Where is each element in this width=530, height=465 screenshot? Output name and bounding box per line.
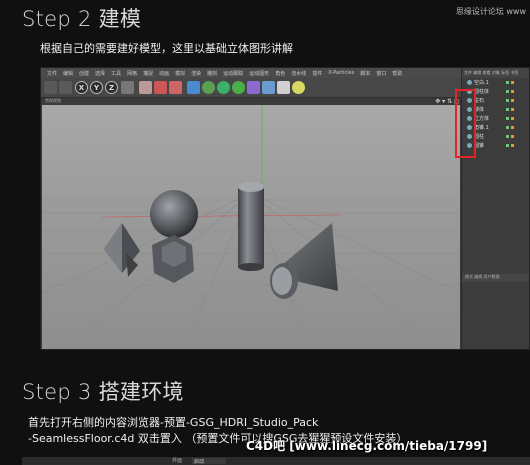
menu-item[interactable]: 窗口 bbox=[376, 70, 386, 77]
subdivision-icon[interactable] bbox=[217, 81, 230, 94]
step2-title: Step 2 建模 bbox=[22, 7, 142, 31]
render-settings-icon[interactable] bbox=[169, 81, 182, 94]
menu-item[interactable]: 编辑 bbox=[63, 70, 73, 77]
menu-item[interactable]: 工具 bbox=[111, 70, 121, 77]
3d-viewport[interactable] bbox=[41, 105, 529, 349]
scene-icon[interactable] bbox=[262, 81, 275, 94]
layout-dropdown[interactable]: 启动 bbox=[192, 458, 226, 465]
view-label: 透视视图 bbox=[45, 98, 61, 103]
menu-item[interactable]: 文件 bbox=[47, 70, 57, 77]
menu-item[interactable]: 帮助 bbox=[392, 70, 402, 77]
interface-label: 界面 bbox=[172, 458, 183, 464]
array-icon[interactable] bbox=[232, 81, 245, 94]
menu-item[interactable]: 运动跟踪 bbox=[223, 70, 243, 77]
light-icon[interactable] bbox=[292, 81, 305, 94]
menu-item[interactable]: X-Particles bbox=[328, 70, 354, 76]
site-watermark: 思缘设计论坛 www bbox=[455, 7, 526, 16]
menu-item[interactable]: 脚本 bbox=[360, 70, 370, 77]
render-region-icon[interactable] bbox=[139, 81, 152, 94]
x-axis-button[interactable]: X bbox=[75, 81, 88, 94]
menu-item[interactable]: 创建 bbox=[79, 70, 89, 77]
menu-item[interactable]: 插件 bbox=[312, 70, 322, 77]
deformer-icon[interactable] bbox=[247, 81, 260, 94]
step2-description: 根据自己的需要建好模型，这里以基础立体图形讲解 bbox=[40, 42, 293, 55]
menu-item[interactable]: 角色 bbox=[275, 70, 285, 77]
menu-item[interactable]: 模拟 bbox=[175, 70, 185, 77]
z-axis-button[interactable]: Z bbox=[105, 81, 118, 94]
sphere-object[interactable] bbox=[150, 190, 198, 238]
menu-item[interactable]: 流水线 bbox=[291, 70, 306, 77]
attribute-manager-tabs[interactable]: 模式 编辑 用户数据 bbox=[462, 274, 529, 282]
undo-icon[interactable] bbox=[44, 81, 57, 94]
render-view-icon[interactable] bbox=[154, 81, 167, 94]
pen-icon[interactable] bbox=[202, 81, 215, 94]
c4d-menubar: 文件 编辑 创建 选择 工具 网格 捕捉 动画 模拟 渲染 雕刻 运动跟踪 运动… bbox=[41, 68, 461, 78]
object-list-highlight-box bbox=[455, 89, 476, 158]
x-axis-line bbox=[101, 214, 343, 218]
menu-item[interactable]: 动画 bbox=[159, 70, 169, 77]
menu-item[interactable]: 网格 bbox=[127, 70, 137, 77]
step3-title: Step 3 搭建环境 bbox=[22, 380, 184, 404]
null-icon bbox=[467, 80, 472, 85]
step3-description-line1: 首先打开右侧的内容浏览器-预置-GSG_HDRI_Studio_Pack bbox=[28, 416, 319, 429]
menu-item[interactable]: 渲染 bbox=[191, 70, 201, 77]
camera-icon[interactable] bbox=[277, 81, 290, 94]
viewport-header: 透视视图 ✥ ▾ ⇅ ◻ bbox=[41, 98, 461, 105]
redo-icon[interactable] bbox=[59, 81, 72, 94]
cube-icon[interactable] bbox=[187, 81, 200, 94]
coordinate-icon[interactable] bbox=[121, 81, 134, 94]
menu-item[interactable]: 雕刻 bbox=[207, 70, 217, 77]
scene-render bbox=[41, 105, 529, 349]
site-logo-watermark: C4D吧 [www.linecg.com/tieba/1799] bbox=[246, 439, 488, 453]
object-row[interactable]: 空白.1 bbox=[462, 78, 529, 87]
menu-item[interactable]: 捕捉 bbox=[143, 70, 153, 77]
bottom-interface-bar: 界面 启动 bbox=[22, 457, 530, 465]
object-manager-menu[interactable]: 文件 编辑 查看 对象 标签 书签 bbox=[462, 68, 529, 78]
menu-item[interactable]: 运动图形 bbox=[249, 70, 269, 77]
y-axis-button[interactable]: Y bbox=[90, 81, 103, 94]
cylinder-object[interactable] bbox=[238, 187, 264, 267]
c4d-toolbar: X Y Z bbox=[41, 78, 461, 98]
menu-item[interactable]: 选择 bbox=[95, 70, 105, 77]
